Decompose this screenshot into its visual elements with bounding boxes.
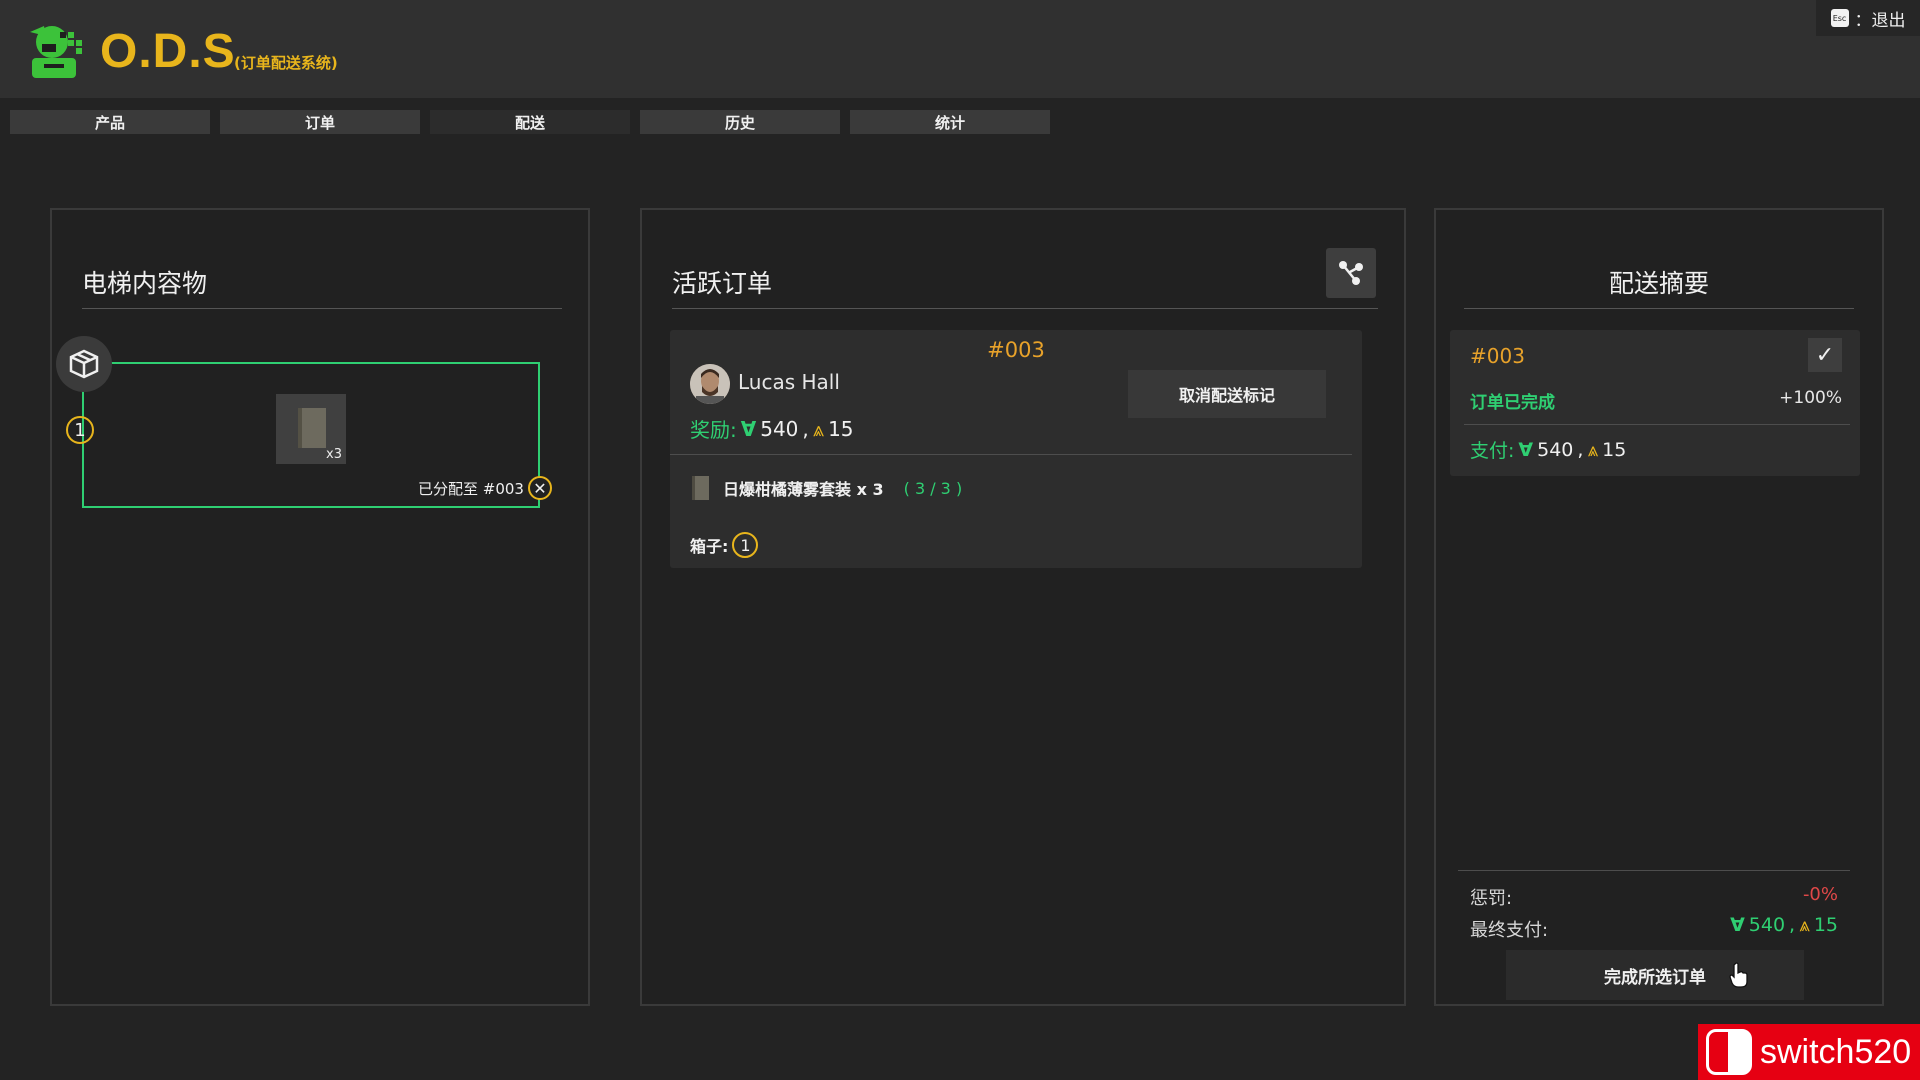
divider: [670, 454, 1352, 455]
divider: [1464, 308, 1854, 309]
separator: ,: [802, 416, 809, 441]
elevator-panel: 电梯内容物 1 x3 已分配至 #003 ✕: [50, 208, 590, 1006]
final-pay-value: Ɐ 540 , ⩓ 15: [1730, 914, 1838, 936]
top-bar: O.D.S (订单配送系统) Esc ：退出: [0, 0, 1920, 98]
main-tabs: 产品 订单 配送 历史 统计: [10, 110, 1050, 134]
rank-icon: ⩓: [1799, 914, 1810, 936]
rank-icon: ⩓: [812, 416, 825, 441]
divider: [82, 308, 562, 309]
separator: ,: [1577, 438, 1584, 461]
reward-rank: 15: [828, 416, 854, 441]
tree-view-button[interactable]: [1326, 248, 1376, 298]
product-icon: [692, 476, 709, 500]
summary-order-card[interactable]: #003 ✓ 订单已完成 +100% 支付: Ɐ 540 , ⩓ 15: [1450, 330, 1860, 476]
tab-stats[interactable]: 统计: [850, 110, 1050, 134]
branch-icon: [1339, 261, 1363, 285]
exit-label: ：退出: [1854, 10, 1906, 31]
complete-selected-orders-button[interactable]: 完成所选订单: [1506, 950, 1804, 1000]
item-name: 日爆柑橘薄雾套装 x 3: [723, 480, 884, 499]
final-rank: 15: [1813, 914, 1838, 936]
tab-orders[interactable]: 订单: [220, 110, 420, 134]
divider: [672, 308, 1378, 309]
reward-money: 540: [760, 416, 799, 441]
payment-rank: 15: [1602, 438, 1627, 461]
final-pay-label: 最终支付:: [1470, 920, 1549, 941]
tab-history[interactable]: 历史: [640, 110, 840, 134]
select-checkbox[interactable]: ✓: [1808, 338, 1842, 372]
orders-title: 活跃订单: [672, 269, 773, 298]
penalty-label: 惩罚:: [1470, 888, 1513, 909]
currency-icon: Ɐ: [1518, 438, 1534, 461]
rank-icon: ⩓: [1587, 438, 1599, 461]
boxes-row: 箱子: 1: [690, 532, 759, 558]
order-line-item: 日爆柑橘薄雾套装 x 3 ( 3 / 3 ): [692, 476, 962, 500]
avatar: [690, 364, 730, 404]
item-tile[interactable]: x3: [276, 394, 346, 464]
box-number-badge: 1: [732, 532, 759, 558]
package-icon: [56, 336, 112, 392]
order-status: 订单已完成: [1470, 393, 1555, 413]
order-id: #003: [987, 338, 1045, 362]
summary-order-id: #003: [1470, 344, 1525, 368]
final-money: 540: [1748, 914, 1786, 936]
close-icon: ✕: [533, 478, 547, 498]
cancel-delivery-mark-button[interactable]: 取消配送标记: [1128, 370, 1326, 418]
delivery-summary-panel: 配送摘要 #003 ✓ 订单已完成 +100% 支付: Ɐ 540 , ⩓ 15…: [1434, 208, 1884, 1006]
summary-title: 配送摘要: [1608, 269, 1709, 298]
active-orders-panel: 活跃订单 #003 Lucas Hall 奖励: Ɐ 540 , ⩓ 15 取消…: [640, 208, 1406, 1006]
unassign-button[interactable]: ✕: [528, 476, 552, 500]
payment-label: 支付:: [1470, 440, 1515, 462]
esc-key-icon: Esc: [1830, 9, 1849, 27]
reward-row: 奖励: Ɐ 540 , ⩓ 15: [690, 414, 854, 443]
divider: [1458, 870, 1850, 871]
boxes-label: 箱子:: [690, 537, 729, 556]
watermark-text: switch520: [1760, 1032, 1912, 1071]
penalty-value: -0%: [1802, 884, 1838, 905]
divider: [1464, 424, 1850, 425]
brand-title: O.D.S: [100, 25, 236, 78]
tab-products[interactable]: 产品: [10, 110, 210, 134]
customer-name: Lucas Hall: [738, 370, 840, 394]
currency-icon: Ɐ: [1730, 914, 1745, 936]
tab-delivery[interactable]: 配送: [430, 110, 630, 134]
reward-label: 奖励:: [690, 418, 737, 442]
box-number-badge: 1: [66, 416, 94, 444]
watermark: switch520: [1698, 1024, 1920, 1080]
elevator-title: 电梯内容物: [82, 269, 208, 298]
order-card[interactable]: #003 Lucas Hall 奖励: Ɐ 540 , ⩓ 15 取消配送标记 …: [670, 330, 1362, 568]
completion-percent: +100%: [1779, 388, 1842, 408]
separator: ,: [1789, 914, 1796, 936]
item-progress: ( 3 / 3 ): [903, 478, 963, 498]
hand-cursor-icon: [1729, 962, 1748, 988]
assigned-label: 已分配至 #003: [418, 480, 524, 498]
currency-icon: Ɐ: [740, 416, 757, 441]
payment-money: 540: [1537, 438, 1574, 461]
exit-button[interactable]: Esc ：退出: [1816, 0, 1920, 36]
item-quantity: x3: [326, 447, 342, 462]
payment-row: 支付: Ɐ 540 , ⩓ 15: [1470, 436, 1626, 463]
switch-logo-icon: [1706, 1029, 1752, 1075]
ods-logo-icon: [30, 26, 82, 78]
product-icon: [298, 408, 326, 448]
brand-subtitle: (订单配送系统): [234, 54, 338, 72]
check-icon: ✓: [1815, 342, 1835, 368]
